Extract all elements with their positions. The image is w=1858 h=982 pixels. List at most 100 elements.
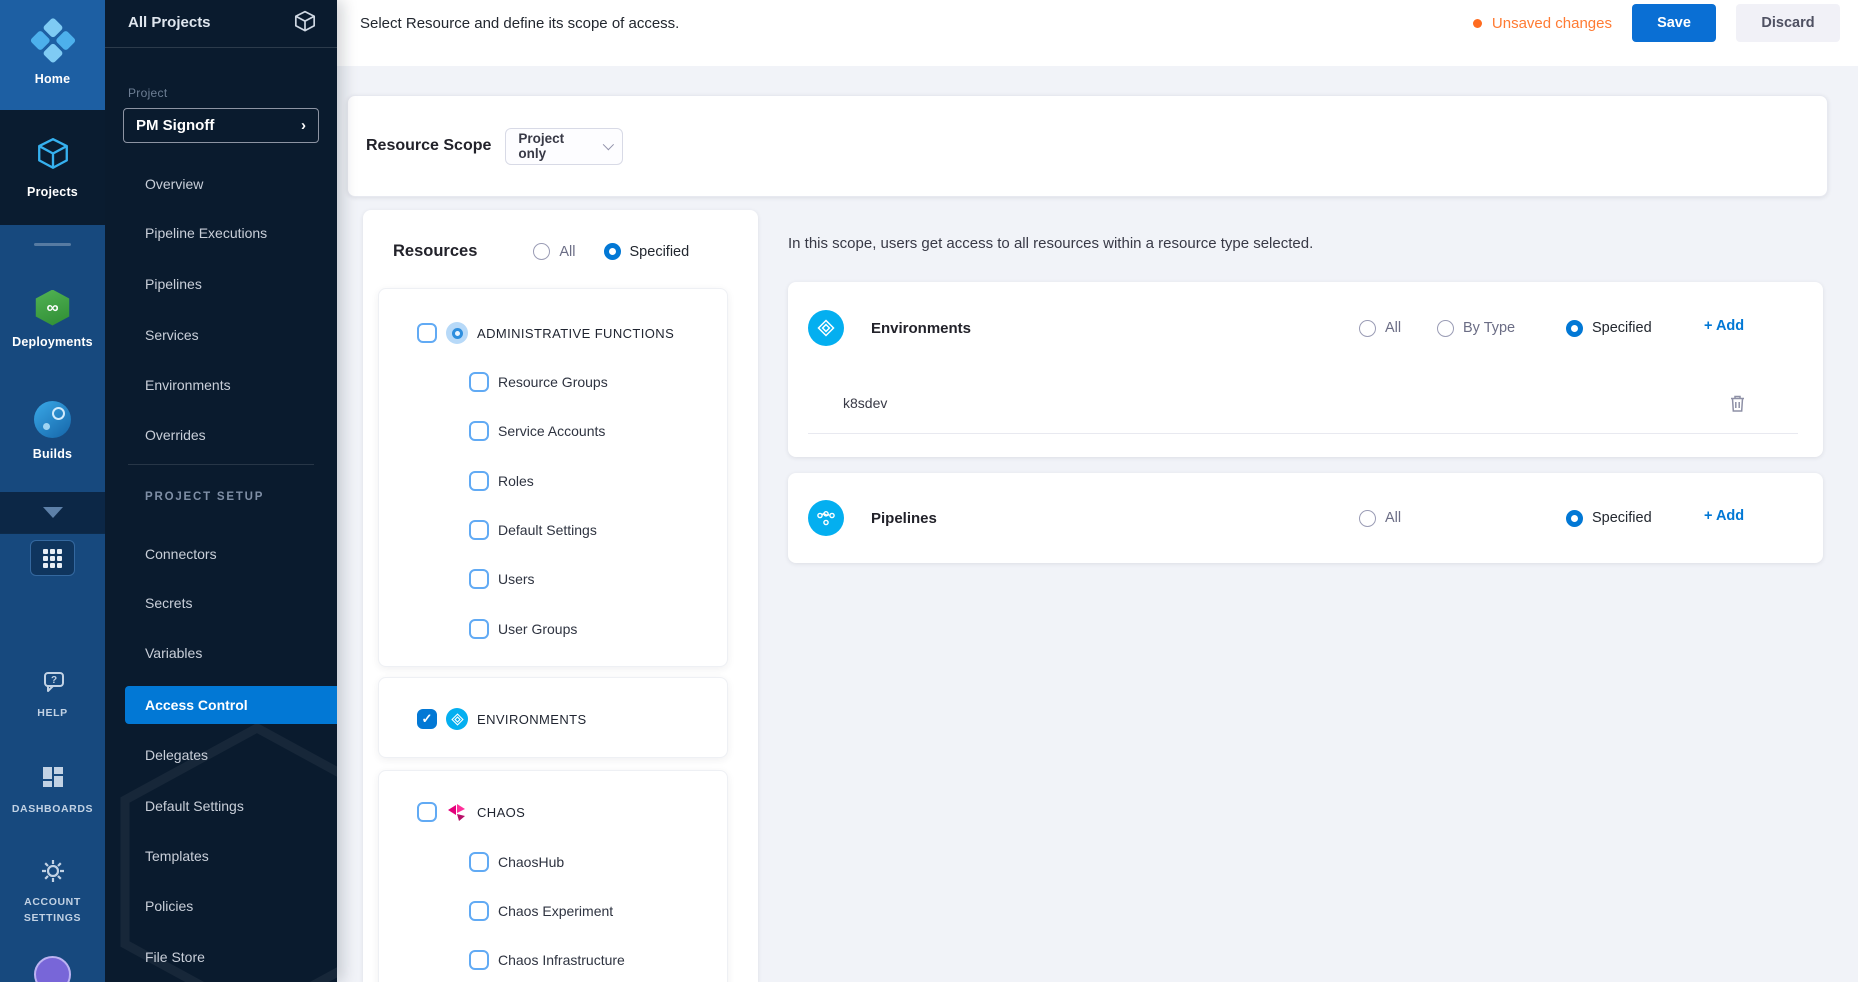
- resource-group-environments: ENVIRONMENTS: [378, 677, 728, 758]
- nav-dashboards-label: DASHBOARDS: [12, 802, 93, 818]
- environments-card: Environments All By Type Specified + Add: [788, 282, 1823, 457]
- resource-scope-dropdown[interactable]: Project only: [505, 128, 623, 165]
- sidebar-item-connectors[interactable]: Connectors: [105, 541, 337, 567]
- sidebar-divider: [128, 464, 314, 465]
- checkbox-resource-groups[interactable]: [469, 372, 489, 392]
- dashboards-icon: [40, 764, 66, 795]
- nav-account-settings[interactable]: ACCOUNT SETTINGS: [0, 852, 105, 932]
- sidebar-item-pipeline-executions[interactable]: Pipeline Executions: [105, 220, 337, 246]
- checkbox-environments[interactable]: [417, 709, 437, 729]
- cube-icon: [35, 137, 71, 176]
- nav-builds[interactable]: Builds: [0, 390, 105, 472]
- resource-scope-card: Resource Scope Project only: [347, 95, 1828, 197]
- chaos-icon: [446, 801, 468, 823]
- svg-text:?: ?: [51, 675, 57, 686]
- unsaved-changes-label: Unsaved changes: [1492, 15, 1612, 32]
- home-icon: [26, 17, 80, 71]
- nav-projects[interactable]: Projects: [0, 110, 105, 225]
- checkbox-chaos-experiment[interactable]: [469, 901, 489, 921]
- sidebar-item-default-settings[interactable]: Default Settings: [105, 793, 337, 819]
- project-sidebar: All Projects Project PM Signoff › Overvi…: [105, 0, 337, 982]
- checkbox-user-groups[interactable]: [469, 619, 489, 639]
- sidebar-item-services[interactable]: Services: [105, 322, 337, 348]
- chevron-down-icon: [43, 507, 63, 518]
- checkbox-service-accounts[interactable]: [469, 421, 489, 441]
- radio-icon: [1437, 320, 1454, 337]
- nav-account-settings-label: ACCOUNT SETTINGS: [14, 895, 92, 927]
- pipelines-card-title: Pipelines: [871, 510, 937, 527]
- item-divider: [808, 433, 1798, 434]
- user-avatar[interactable]: [34, 956, 71, 982]
- unsaved-changes-badge: Unsaved changes: [1473, 15, 1612, 32]
- pipelines-radio-specified[interactable]: Specified: [1566, 506, 1652, 530]
- package-icon: [293, 10, 317, 38]
- admin-functions-icon: [446, 322, 468, 344]
- pipelines-radio-all[interactable]: All: [1359, 506, 1401, 530]
- radio-selected-icon: [1566, 320, 1583, 337]
- project-selector[interactable]: PM Signoff ›: [123, 108, 319, 143]
- all-projects-selector[interactable]: All Projects: [105, 0, 337, 44]
- sidebar-item-file-store[interactable]: File Store: [105, 944, 337, 970]
- scope-detail: In this scope, users get access to all r…: [788, 210, 1823, 982]
- module-switcher[interactable]: [0, 492, 105, 533]
- page-toolbar: Select Resource and define its scope of …: [337, 0, 1858, 66]
- nav-deployments-label: Deployments: [12, 335, 93, 349]
- pipelines-icon: [808, 500, 844, 536]
- environment-item-row: k8sdev: [788, 391, 1823, 415]
- radio-icon: [1359, 510, 1376, 527]
- scope-instruction: In this scope, users get access to all r…: [788, 235, 1313, 252]
- radio-icon: [1359, 320, 1376, 337]
- sidebar-item-templates[interactable]: Templates: [105, 843, 337, 869]
- checkbox-users[interactable]: [469, 569, 489, 589]
- sidebar-item-delegates[interactable]: Delegates: [105, 742, 337, 768]
- sidebar-item-variables[interactable]: Variables: [105, 640, 337, 666]
- sidebar-item-overview[interactable]: Overview: [105, 171, 337, 197]
- nav-projects-label: Projects: [27, 185, 78, 199]
- nav-home-label: Home: [35, 72, 71, 86]
- pipelines-add-button[interactable]: + Add: [1704, 508, 1744, 524]
- unsaved-dot-icon: [1473, 19, 1482, 28]
- environments-icon: [808, 310, 844, 346]
- sidebar-item-overrides[interactable]: Overrides: [105, 422, 337, 448]
- checkbox-chaoshub[interactable]: [469, 852, 489, 872]
- nav-help[interactable]: ? HELP: [0, 668, 105, 724]
- checkbox-default-settings[interactable]: [469, 520, 489, 540]
- nav-dashboards[interactable]: DASHBOARDS: [0, 760, 105, 822]
- main-content: Resource Scope Project only Resources Al…: [337, 66, 1858, 982]
- help-icon: ?: [39, 670, 67, 701]
- sidebar-item-secrets[interactable]: Secrets: [105, 590, 337, 616]
- nav-home[interactable]: Home: [0, 0, 105, 110]
- environments-card-title: Environments: [871, 320, 971, 337]
- checkbox-chaos[interactable]: [417, 802, 437, 822]
- checkbox-administrative-functions[interactable]: [417, 323, 437, 343]
- environments-radio-specified[interactable]: Specified: [1566, 316, 1652, 340]
- environments-radio-by-type[interactable]: By Type: [1437, 316, 1515, 340]
- save-button[interactable]: Save: [1632, 4, 1716, 42]
- sidebar-item-policies[interactable]: Policies: [105, 893, 337, 919]
- environments-add-button[interactable]: + Add: [1704, 318, 1744, 334]
- radio-selected-icon: [1566, 510, 1583, 527]
- gear-icon: [40, 858, 66, 889]
- resources-panel: Resources All Specified ADMINISTRATIVE F…: [363, 210, 758, 982]
- checkbox-chaos-infrastructure[interactable]: [469, 950, 489, 970]
- rail-divider-dash: [34, 243, 71, 246]
- resources-radio-specified[interactable]: Specified: [604, 243, 690, 260]
- sidebar-item-environments[interactable]: Environments: [105, 372, 337, 398]
- resource-group-administrative-functions: ADMINISTRATIVE FUNCTIONS Resource Groups…: [378, 288, 728, 667]
- delete-icon[interactable]: [1729, 394, 1746, 413]
- environment-item-name: k8sdev: [843, 395, 887, 411]
- all-modules-button[interactable]: [30, 540, 75, 576]
- project-setup-header: PROJECT SETUP: [145, 491, 264, 503]
- sidebar-item-pipelines[interactable]: Pipelines: [105, 271, 337, 297]
- sidebar-divider: [105, 47, 337, 48]
- environments-radio-all[interactable]: All: [1359, 316, 1401, 340]
- checkbox-roles[interactable]: [469, 471, 489, 491]
- resource-scope-value: Project only: [518, 131, 592, 161]
- project-name: PM Signoff: [136, 117, 214, 134]
- chevron-down-icon: [602, 139, 613, 150]
- resources-radio-all[interactable]: All: [533, 243, 575, 260]
- nav-deployments[interactable]: ∞ Deployments: [0, 278, 105, 360]
- discard-button[interactable]: Discard: [1736, 4, 1840, 42]
- sidebar-item-access-control[interactable]: Access Control: [125, 686, 337, 724]
- resource-group-chaos: CHAOS ChaosHub Chaos Experiment Chaos In…: [378, 770, 728, 982]
